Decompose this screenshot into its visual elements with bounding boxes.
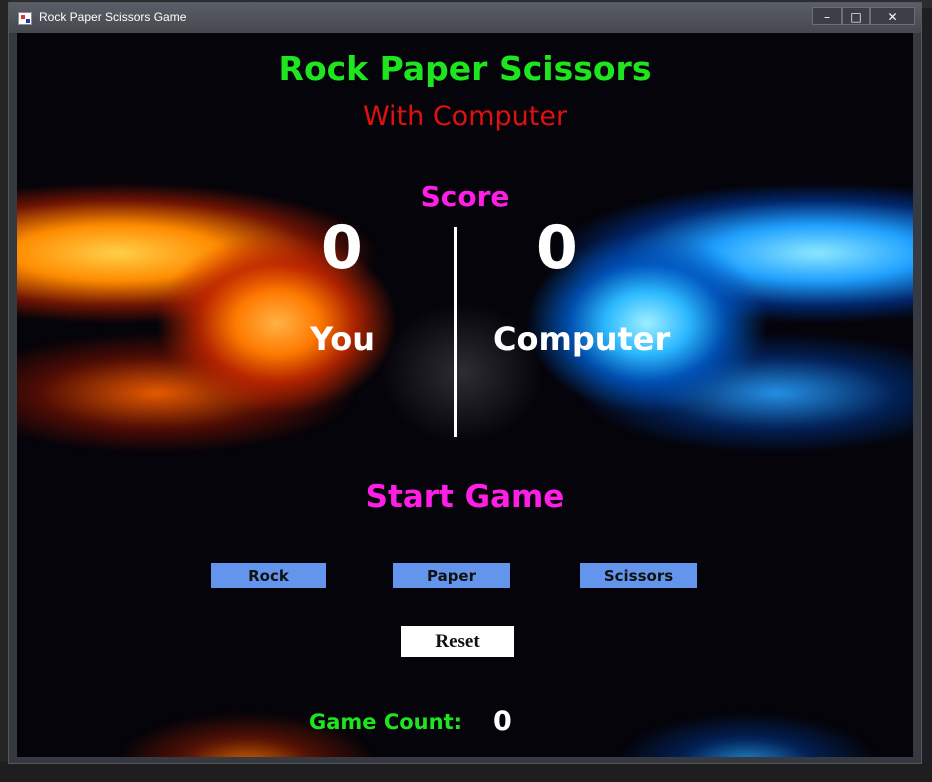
game-title: Rock Paper Scissors	[278, 49, 652, 88]
ice-bottom-effect	[617, 703, 877, 757]
player-score: 0	[321, 213, 363, 283]
rock-button[interactable]: Rock	[211, 563, 326, 588]
score-label: Score	[420, 180, 510, 213]
reset-button[interactable]: Reset	[401, 626, 514, 657]
ide-background-bottom	[0, 762, 932, 782]
game-board: Rock Paper Scissors With Computer Score …	[17, 33, 913, 757]
computer-score: 0	[536, 213, 578, 283]
scissors-button[interactable]: Scissors	[580, 563, 697, 588]
maximize-button[interactable]: □	[842, 7, 870, 25]
title-bar[interactable]: Rock Paper Scissors Game – □ ✕	[9, 3, 921, 33]
game-window: Rock Paper Scissors Game – □ ✕ Rock Pape…	[8, 2, 922, 764]
app-icon[interactable]	[18, 12, 32, 25]
start-game-label: Start Game	[365, 479, 565, 515]
minimize-button[interactable]: –	[812, 7, 842, 25]
game-subtitle: With Computer	[362, 101, 568, 132]
smoke-effect	[377, 293, 547, 453]
window-title: Rock Paper Scissors Game	[39, 10, 187, 24]
computer-label: Computer	[493, 320, 671, 358]
player-label: You	[310, 320, 375, 358]
game-count-value: 0	[493, 706, 512, 737]
close-button[interactable]: ✕	[870, 7, 915, 25]
game-count-label: Game Count:	[309, 710, 463, 734]
score-divider	[454, 227, 457, 437]
paper-button[interactable]: Paper	[393, 563, 510, 588]
